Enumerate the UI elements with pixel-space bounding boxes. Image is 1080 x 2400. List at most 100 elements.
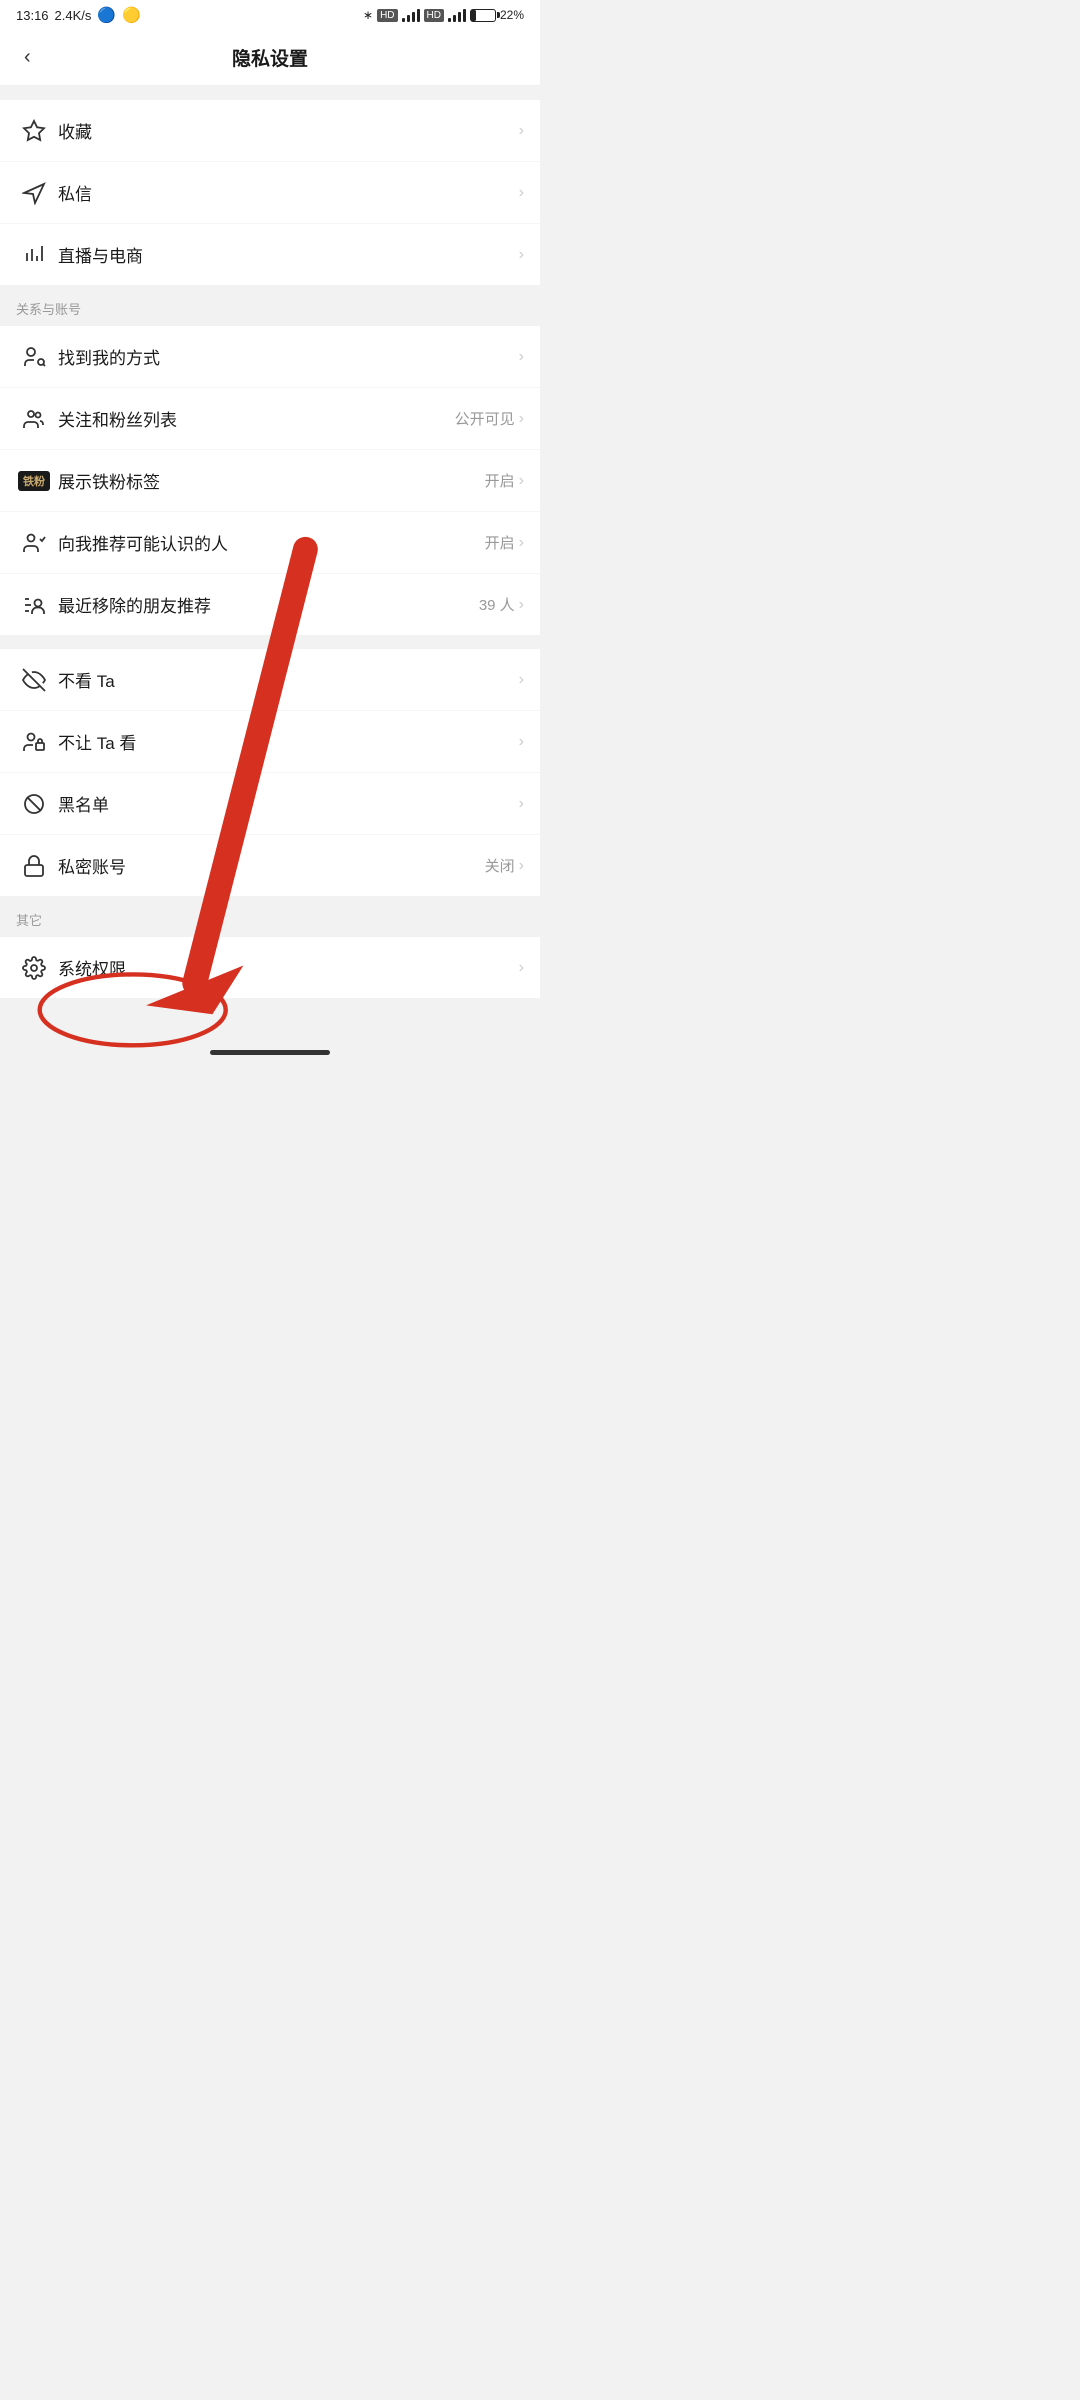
blacklist-chevron: ›	[519, 795, 524, 813]
removed-friends-icon	[22, 593, 46, 617]
private-account-label: 私密账号	[58, 853, 485, 878]
menu-item-iron-fan[interactable]: 铁粉 展示铁粉标签 开启 ›	[0, 450, 540, 512]
people-find-icon	[22, 345, 46, 369]
private-account-value: 关闭	[485, 855, 515, 876]
top-section: 收藏 › 私信 ›	[0, 100, 540, 285]
hd-badge-2: HD	[424, 9, 444, 22]
back-button[interactable]: ‹	[16, 42, 39, 73]
people-recommend-icon	[22, 531, 46, 555]
bluetooth-icon: ∗	[363, 8, 373, 22]
menu-item-find-me[interactable]: 找到我的方式 ›	[0, 326, 540, 388]
messages-icon-wrap	[16, 181, 52, 205]
menu-item-follow-fans[interactable]: 关注和粉丝列表 公开可见 ›	[0, 388, 540, 450]
battery-fill	[471, 10, 476, 21]
iron-fan-badge: 铁粉	[18, 471, 50, 491]
menu-item-not-watch[interactable]: 不看 Ta ›	[0, 649, 540, 711]
battery-indicator	[470, 9, 496, 22]
not-let-watch-label: 不让 Ta 看	[58, 729, 519, 754]
signal-4g-1	[402, 8, 420, 22]
time: 13:16	[16, 8, 49, 23]
recommend-people-label: 向我推荐可能认识的人	[58, 530, 485, 555]
menu-item-private-account[interactable]: 私密账号 关闭 ›	[0, 835, 540, 896]
status-left: 13:16 2.4K/s 🔵 🟡	[16, 6, 141, 24]
menu-item-removed-friends[interactable]: 最近移除的朋友推荐 39 人 ›	[0, 574, 540, 635]
menu-item-not-let-watch[interactable]: 不让 Ta 看 ›	[0, 711, 540, 773]
block-section: 不看 Ta › 不让 Ta 看 ›	[0, 649, 540, 896]
chart-icon	[22, 243, 46, 267]
follow-fans-icon-wrap	[16, 407, 52, 431]
relation-card: 找到我的方式 › 关注和粉丝列表 公开可见 ›	[0, 326, 540, 635]
find-me-label: 找到我的方式	[58, 344, 519, 369]
live-chevron: ›	[519, 246, 524, 264]
battery-percent: 22%	[500, 8, 524, 22]
back-icon: ‹	[24, 46, 31, 68]
bottom-spacer	[0, 1012, 540, 1042]
live-icon-wrap	[16, 243, 52, 267]
menu-item-recommend-people[interactable]: 向我推荐可能认识的人 开启 ›	[0, 512, 540, 574]
system-permissions-chevron: ›	[519, 959, 524, 977]
follow-fans-chevron: ›	[519, 410, 524, 428]
menu-item-favorites[interactable]: 收藏 ›	[0, 100, 540, 162]
not-watch-icon-wrap	[16, 668, 52, 692]
network-speed: 2.4K/s	[55, 8, 92, 23]
menu-item-live[interactable]: 直播与电商 ›	[0, 224, 540, 285]
status-bar: 13:16 2.4K/s 🔵 🟡 ∗ HD HD	[0, 0, 540, 30]
system-permissions-label: 系统权限	[58, 955, 519, 980]
removed-friends-icon-wrap	[16, 593, 52, 617]
find-me-chevron: ›	[519, 348, 524, 366]
recommend-people-icon-wrap	[16, 531, 52, 555]
blacklist-label: 黑名单	[58, 791, 519, 816]
removed-friends-chevron: ›	[519, 596, 524, 614]
hd-badge-1: HD	[377, 9, 397, 22]
messages-chevron: ›	[519, 184, 524, 202]
top-card: 收藏 › 私信 ›	[0, 100, 540, 285]
app-icon-2: 🟡	[122, 6, 141, 24]
app-icon-1: 🔵	[97, 6, 116, 24]
bottom-bar	[0, 1042, 540, 1063]
page-title: 隐私设置	[232, 44, 308, 71]
signal-4g-2	[448, 8, 466, 22]
removed-friends-label: 最近移除的朋友推荐	[58, 592, 479, 617]
favorites-icon-wrap	[16, 119, 52, 143]
iron-fan-value: 开启	[485, 470, 515, 491]
status-right: ∗ HD HD 22%	[363, 8, 524, 22]
relation-section: 关系与账号 找到我的方式 ›	[0, 299, 540, 635]
live-label: 直播与电商	[58, 242, 519, 267]
eye-off-icon	[22, 668, 46, 692]
favorites-chevron: ›	[519, 122, 524, 140]
menu-item-messages[interactable]: 私信 ›	[0, 162, 540, 224]
star-icon	[22, 119, 46, 143]
recommend-people-value: 开启	[485, 532, 515, 553]
blacklist-icon-wrap	[16, 792, 52, 816]
follow-fans-label: 关注和粉丝列表	[58, 406, 455, 431]
not-let-watch-icon-wrap	[16, 730, 52, 754]
block-card: 不看 Ta › 不让 Ta 看 ›	[0, 649, 540, 896]
people-group-icon	[22, 407, 46, 431]
lock-icon	[22, 854, 46, 878]
other-section-label: 其它	[0, 910, 540, 937]
favorites-label: 收藏	[58, 118, 519, 143]
relation-section-label: 关系与账号	[0, 299, 540, 326]
iron-fan-chevron: ›	[519, 472, 524, 490]
not-watch-label: 不看 Ta	[58, 667, 519, 692]
private-account-icon-wrap	[16, 854, 52, 878]
other-section: 其它 系统权限 ›	[0, 910, 540, 998]
other-card: 系统权限 ›	[0, 937, 540, 998]
iron-fan-icon-wrap: 铁粉	[16, 471, 52, 491]
follow-fans-value: 公开可见	[455, 408, 515, 429]
recommend-people-chevron: ›	[519, 534, 524, 552]
not-let-watch-chevron: ›	[519, 733, 524, 751]
system-permissions-icon-wrap	[16, 956, 52, 980]
people-lock-icon	[22, 730, 46, 754]
removed-friends-value: 39 人	[479, 594, 515, 615]
ban-icon	[22, 792, 46, 816]
not-watch-chevron: ›	[519, 671, 524, 689]
gear-icon	[22, 956, 46, 980]
menu-item-system-permissions[interactable]: 系统权限 ›	[0, 937, 540, 998]
messages-label: 私信	[58, 180, 519, 205]
menu-item-blacklist[interactable]: 黑名单 ›	[0, 773, 540, 835]
iron-fan-label: 展示铁粉标签	[58, 468, 485, 493]
page-header: ‹ 隐私设置	[0, 30, 540, 86]
private-account-chevron: ›	[519, 857, 524, 875]
message-icon	[22, 181, 46, 205]
